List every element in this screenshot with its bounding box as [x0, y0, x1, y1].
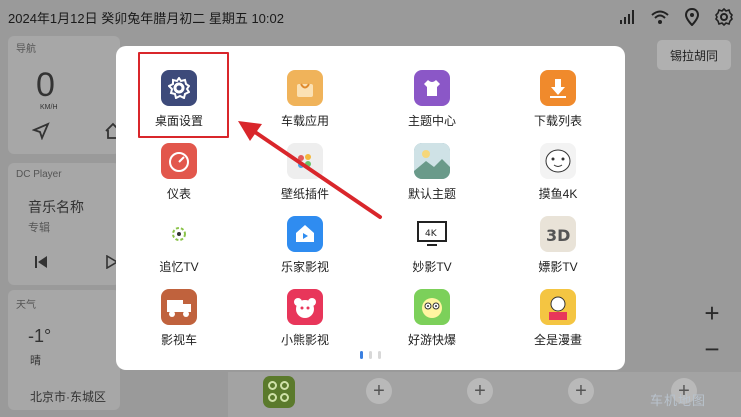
- annotation-arrow: [238, 121, 382, 219]
- watermark-text: 车机地图: [650, 393, 707, 408]
